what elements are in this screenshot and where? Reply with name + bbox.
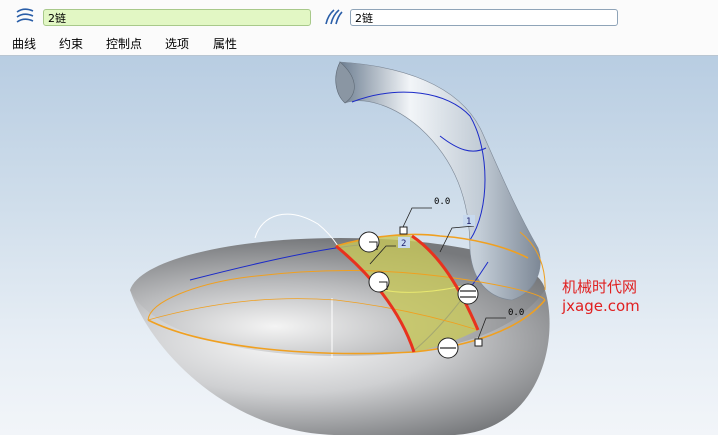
watermark-site-url: jxage.com xyxy=(562,297,640,315)
dimension-value[interactable]: 0.0 xyxy=(508,308,524,318)
dimension-leader xyxy=(402,207,432,228)
constraint-handle[interactable] xyxy=(437,337,459,359)
chain-tag[interactable]: 1 xyxy=(466,217,471,227)
model-canvas[interactable]: 0.0 0.0 1 2 xyxy=(0,56,718,435)
second-direction-chain-field[interactable] xyxy=(350,9,618,26)
tension-handle[interactable] xyxy=(399,226,408,235)
tab-properties[interactable]: 属性 xyxy=(213,36,237,52)
constraint-handle[interactable] xyxy=(457,283,479,305)
boundary-chain-2-icon[interactable] xyxy=(322,7,344,27)
boundary-blend-dashboard: 曲线 约束 控制点 选项 属性 xyxy=(0,0,718,56)
watermark-site-name: 机械时代网 xyxy=(562,278,638,296)
tab-curves[interactable]: 曲线 xyxy=(12,36,36,52)
model-graphics-area[interactable]: 0.0 0.0 1 2 xyxy=(0,56,718,435)
tension-handle[interactable] xyxy=(474,338,483,347)
tab-control-points[interactable]: 控制点 xyxy=(106,36,142,52)
dimension-value[interactable]: 0.0 xyxy=(434,197,450,207)
constraint-handle[interactable] xyxy=(358,231,380,253)
tab-constraints[interactable]: 约束 xyxy=(59,36,83,52)
boundary-chain-1-icon[interactable] xyxy=(14,7,36,27)
dashboard-tab-bar: 曲线 约束 控制点 选项 属性 xyxy=(0,35,718,55)
first-direction-chain-field[interactable] xyxy=(43,9,311,26)
tab-options[interactable]: 选项 xyxy=(165,36,189,52)
chain-tag[interactable]: 2 xyxy=(401,239,406,249)
constraint-handle[interactable] xyxy=(368,271,390,293)
